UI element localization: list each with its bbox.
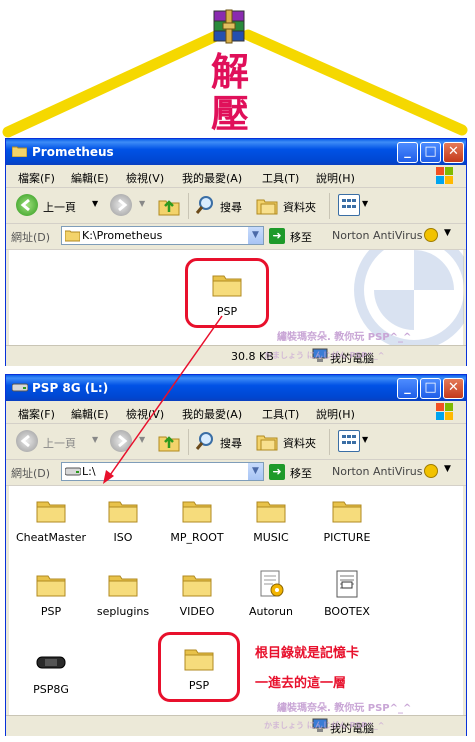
connector-arrow xyxy=(103,315,223,484)
